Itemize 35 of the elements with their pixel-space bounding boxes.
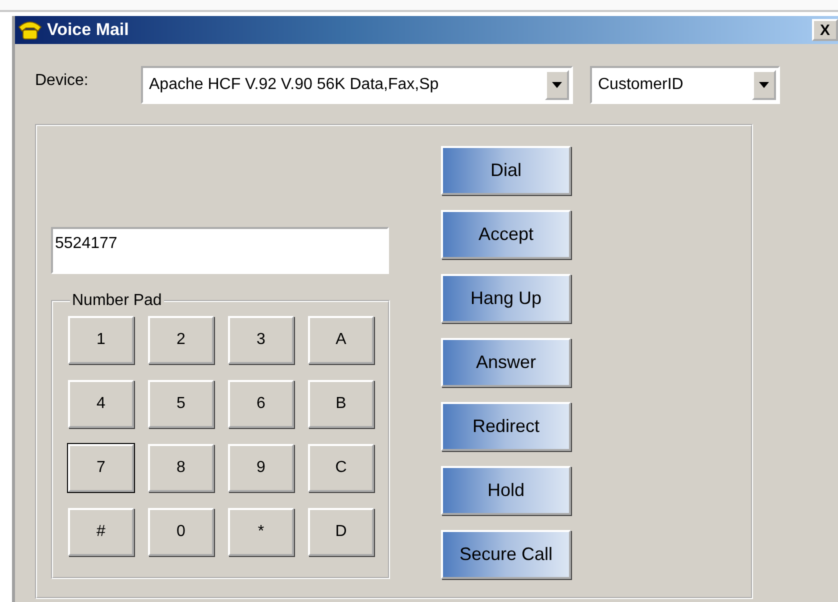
- keypad-key[interactable]: 0: [148, 508, 214, 556]
- action-button[interactable]: Redirect: [441, 402, 571, 451]
- caret-icon: [552, 82, 562, 88]
- action-button[interactable]: Dial: [441, 146, 571, 195]
- keypad-key[interactable]: #: [68, 508, 134, 556]
- dropdown-arrow-button[interactable]: [752, 70, 776, 100]
- id-dropdown[interactable]: CustomerID: [590, 66, 780, 104]
- keypad-key[interactable]: 5: [148, 380, 214, 428]
- keypad-key[interactable]: A: [308, 316, 374, 364]
- caret-icon: [759, 82, 769, 88]
- action-button[interactable]: Hold: [441, 466, 571, 515]
- keypad-key[interactable]: 7: [68, 444, 134, 492]
- device-dropdown[interactable]: Apache HCF V.92 V.90 56K Data,Fax,Sp: [141, 66, 573, 104]
- keypad-key[interactable]: 2: [148, 316, 214, 364]
- keypad-key[interactable]: *: [228, 508, 294, 556]
- keypad-key[interactable]: 3: [228, 316, 294, 364]
- device-label: Device:: [35, 72, 90, 90]
- keypad-key[interactable]: B: [308, 380, 374, 428]
- keypad-key[interactable]: 9: [228, 444, 294, 492]
- close-button[interactable]: X: [812, 19, 838, 41]
- action-button[interactable]: Answer: [441, 338, 571, 387]
- keypad-key[interactable]: 6: [228, 380, 294, 428]
- dropdown-arrow-button[interactable]: [545, 70, 569, 100]
- action-button[interactable]: Accept: [441, 210, 571, 259]
- number-field[interactable]: 5524177: [51, 227, 389, 274]
- action-button[interactable]: Secure Call: [441, 530, 571, 579]
- keypad-key[interactable]: 1: [68, 316, 134, 364]
- phone-icon: [17, 19, 43, 41]
- keypad-key[interactable]: 8: [148, 444, 214, 492]
- keypad-key[interactable]: 4: [68, 380, 134, 428]
- window-title: Voice Mail: [47, 20, 130, 40]
- keypad-key[interactable]: D: [308, 508, 374, 556]
- keypad-key[interactable]: C: [308, 444, 374, 492]
- action-button[interactable]: Hang Up: [441, 274, 571, 323]
- group-title: Number Pad: [71, 292, 163, 310]
